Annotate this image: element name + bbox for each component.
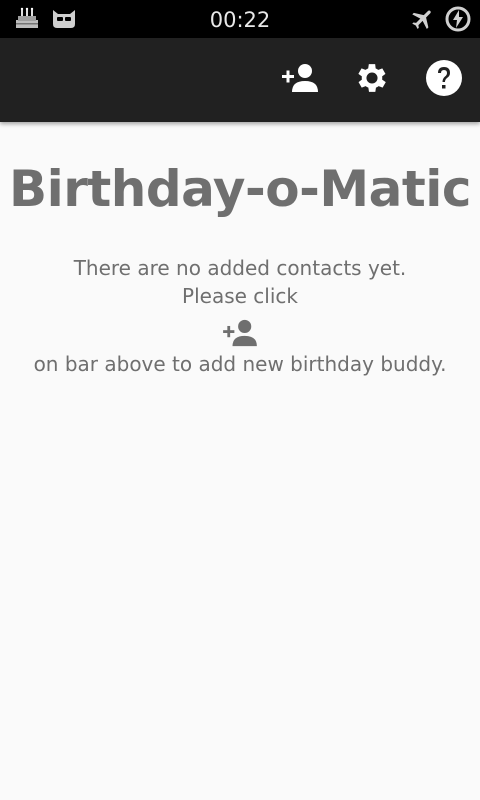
status-right-icons — [410, 5, 472, 37]
settings-button[interactable] — [350, 58, 394, 102]
gear-icon — [353, 59, 391, 101]
empty-message-line2: Please click — [182, 284, 298, 308]
help-button[interactable] — [422, 58, 466, 102]
empty-message-line1: There are no added contacts yet. — [73, 256, 407, 280]
person-add-icon — [280, 62, 320, 98]
person-add-icon — [220, 316, 260, 350]
status-bar: 00:22 — [0, 0, 480, 38]
battery-charging-icon — [444, 5, 472, 37]
action-bar — [0, 38, 480, 122]
add-contact-button[interactable] — [278, 58, 322, 102]
airplane-mode-icon — [410, 6, 436, 36]
empty-state: Birthday-o-Matic There are no added cont… — [0, 122, 480, 378]
status-time: 00:22 — [209, 8, 271, 32]
app-title: Birthday-o-Matic — [8, 160, 472, 218]
empty-message-line3: on bar above to add new birthday buddy. — [33, 352, 447, 376]
help-icon — [425, 59, 463, 101]
